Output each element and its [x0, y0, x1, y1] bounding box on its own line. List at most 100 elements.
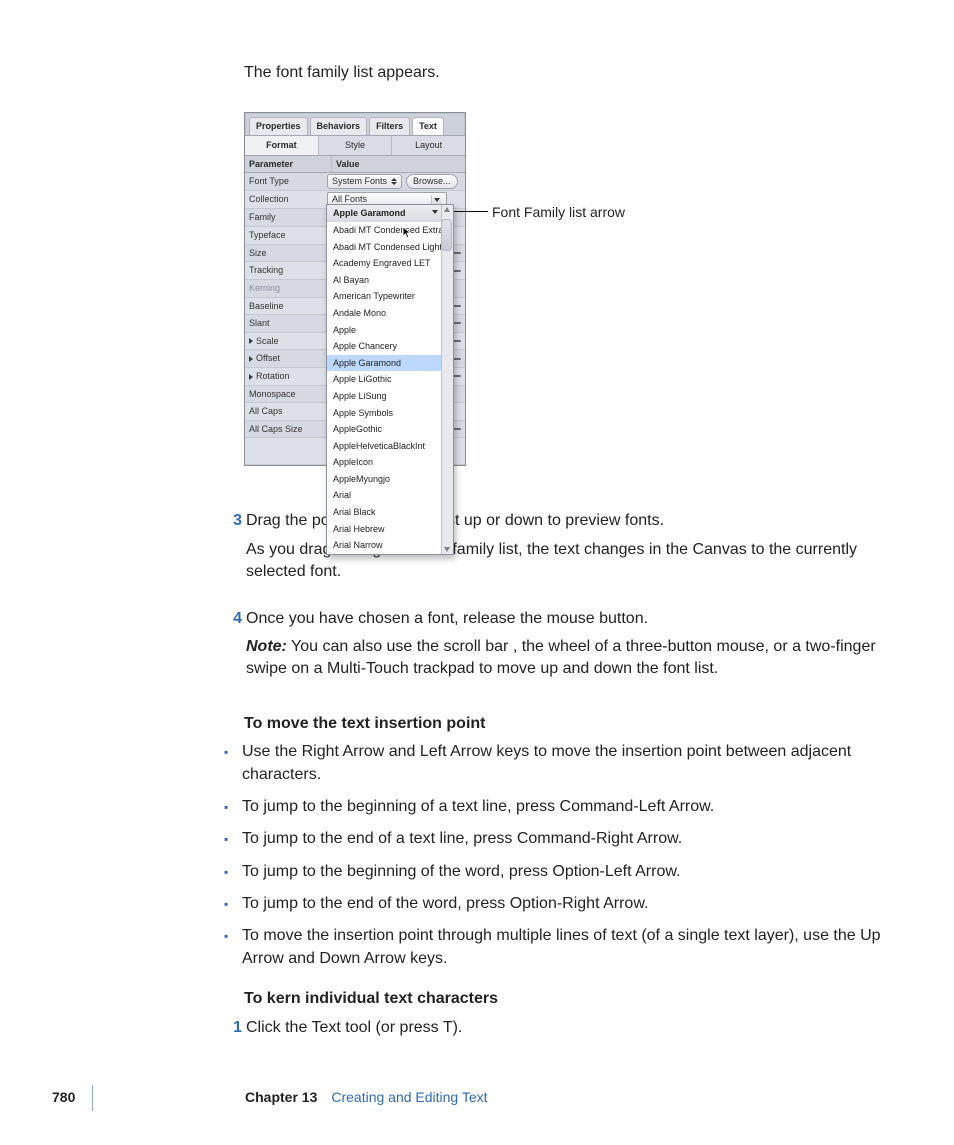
font-list-item[interactable]: Academy Engraved LET	[327, 255, 453, 272]
minus-icon[interactable]	[453, 340, 461, 342]
subhead-move-insertion-point: To move the text insertion point	[244, 713, 904, 735]
font-list-item[interactable]: Apple LiGothic	[327, 371, 453, 388]
font-list-item[interactable]: AppleHelveticaBlackInt	[327, 438, 453, 455]
bullet-text: To jump to the beginning of the word, pr…	[242, 861, 904, 883]
step-number: 1	[222, 1017, 242, 1039]
minus-icon[interactable]	[453, 358, 461, 360]
subtab-style[interactable]: Style	[319, 136, 393, 155]
step-4-text: Once you have chosen a font, release the…	[246, 610, 648, 627]
bullet-icon: ▪	[224, 925, 242, 970]
subtab-layout[interactable]: Layout	[392, 136, 465, 155]
font-list-item[interactable]: Apple Symbols	[327, 405, 453, 422]
font-type-select-value: System Fonts	[332, 175, 387, 188]
intro-text: The font family list appears.	[244, 62, 904, 84]
scrollbar-thumb[interactable]	[441, 219, 452, 251]
param-scale: Scale	[245, 333, 323, 350]
param-collection: Collection	[245, 191, 323, 208]
font-list-item[interactable]: Apple Chancery	[327, 338, 453, 355]
font-list-item[interactable]: AppleIcon	[327, 454, 453, 471]
updown-arrows-icon	[391, 178, 397, 186]
subhead-kern-characters: To kern individual text characters	[244, 988, 904, 1010]
page-number: 780	[52, 1088, 92, 1108]
minus-icon[interactable]	[453, 252, 461, 254]
minus-icon[interactable]	[453, 305, 461, 307]
bullet-item: ▪To jump to the end of the word, press O…	[244, 893, 904, 915]
minus-icon[interactable]	[453, 270, 461, 272]
font-list-item[interactable]: AppleMyungjo	[327, 471, 453, 488]
chapter-title: Creating and Editing Text	[331, 1088, 487, 1108]
font-list-item[interactable]: AppleGothic	[327, 421, 453, 438]
bullet-item: ▪Use the Right Arrow and Left Arrow keys…	[244, 741, 904, 786]
footer-divider	[92, 1085, 93, 1111]
note-label: Note:	[246, 638, 287, 655]
panel-tabs-row: Properties Behaviors Filters Text	[245, 113, 465, 136]
font-list-item-selected[interactable]: Apple Garamond	[327, 355, 453, 372]
tab-text[interactable]: Text	[412, 117, 444, 135]
param-rotation: Rotation	[245, 368, 323, 385]
param-scale-label: Scale	[256, 336, 279, 346]
font-list-item[interactable]: Andale Mono	[327, 305, 453, 322]
tab-filters[interactable]: Filters	[369, 117, 410, 135]
step-number: 4	[222, 608, 242, 695]
minus-icon[interactable]	[453, 375, 461, 377]
bullet-text: To jump to the end of the word, press Op…	[242, 893, 904, 915]
bullet-text: To jump to the beginning of a text line,…	[242, 796, 904, 818]
font-list-item[interactable]: Apple	[327, 322, 453, 339]
font-family-popover[interactable]: Apple Garamond Abadi MT Condensed Extra …	[326, 204, 454, 554]
panel-subtabs-row: Format Style Layout	[245, 136, 465, 156]
kern-step-1: 1 Click the Text tool (or press T).	[244, 1017, 904, 1039]
header-parameter: Parameter	[245, 156, 332, 173]
tab-properties[interactable]: Properties	[249, 117, 308, 135]
font-type-select[interactable]: System Fonts	[327, 174, 402, 189]
font-list-item[interactable]: Arial Black	[327, 504, 453, 521]
font-list-item[interactable]: Abadi MT Condensed Light	[327, 239, 453, 256]
minus-icon[interactable]	[453, 428, 461, 430]
disclosure-right-icon[interactable]	[249, 338, 253, 344]
param-all-caps: All Caps	[245, 403, 323, 420]
bullet-item: ▪To move the insertion point through mul…	[244, 925, 904, 970]
param-font-type: Font Type	[245, 173, 323, 190]
font-list-item[interactable]: Arial	[327, 487, 453, 504]
step-number: 3	[222, 510, 242, 597]
param-offset-label: Offset	[256, 353, 280, 363]
tab-behaviors[interactable]: Behaviors	[310, 117, 368, 135]
param-size: Size	[245, 245, 323, 262]
font-list-item[interactable]: Apple LiSung	[327, 388, 453, 405]
disclosure-right-icon[interactable]	[249, 374, 253, 380]
font-list-item[interactable]: Apple Garamond	[327, 205, 453, 222]
note-body: You can also use the scroll bar , the wh…	[246, 638, 876, 677]
browse-button[interactable]: Browse...	[406, 174, 458, 189]
font-list-item[interactable]: Al Bayan	[327, 272, 453, 289]
minus-icon[interactable]	[453, 322, 461, 324]
param-family: Family	[245, 209, 323, 226]
chapter-label: Chapter 13	[245, 1088, 317, 1108]
step-4-note: Note: You can also use the scroll bar , …	[246, 636, 904, 681]
chevron-down-icon	[431, 195, 442, 205]
param-slant: Slant	[245, 315, 323, 332]
param-all-caps-size: All Caps Size	[245, 421, 323, 438]
param-baseline: Baseline	[245, 298, 323, 315]
disclosure-right-icon[interactable]	[249, 356, 253, 362]
bullet-icon: ▪	[224, 861, 242, 883]
param-typeface: Typeface	[245, 227, 323, 244]
scrollbar[interactable]	[441, 205, 453, 553]
param-rotation-label: Rotation	[256, 371, 290, 381]
font-list-item[interactable]: Arial Narrow	[327, 537, 453, 554]
bullet-item: ▪To jump to the end of a text line, pres…	[244, 828, 904, 850]
subtab-format[interactable]: Format	[245, 136, 319, 155]
param-kerning: Kerning	[245, 280, 323, 297]
font-list-item[interactable]: Abadi MT Condensed Extra	[327, 222, 453, 239]
param-offset: Offset	[245, 350, 323, 367]
step-4: 4 Once you have chosen a font, release t…	[244, 608, 904, 695]
bullet-icon: ▪	[224, 893, 242, 915]
step-3-text: Drag the pointer in the font list up or …	[246, 512, 664, 529]
panel-column-headers: Parameter Value	[245, 156, 465, 174]
bullet-icon: ▪	[224, 741, 242, 786]
header-value: Value	[332, 156, 465, 173]
font-list-item[interactable]: Arial Hebrew	[327, 521, 453, 538]
font-list-item[interactable]: American Typewriter	[327, 288, 453, 305]
font-list-figure: Properties Behaviors Filters Text Format…	[244, 112, 904, 482]
kern-step-1-text: Click the Text tool (or press T).	[246, 1019, 462, 1036]
bullet-item: ▪To jump to the beginning of a text line…	[244, 796, 904, 818]
bullet-text: To jump to the end of a text line, press…	[242, 828, 904, 850]
